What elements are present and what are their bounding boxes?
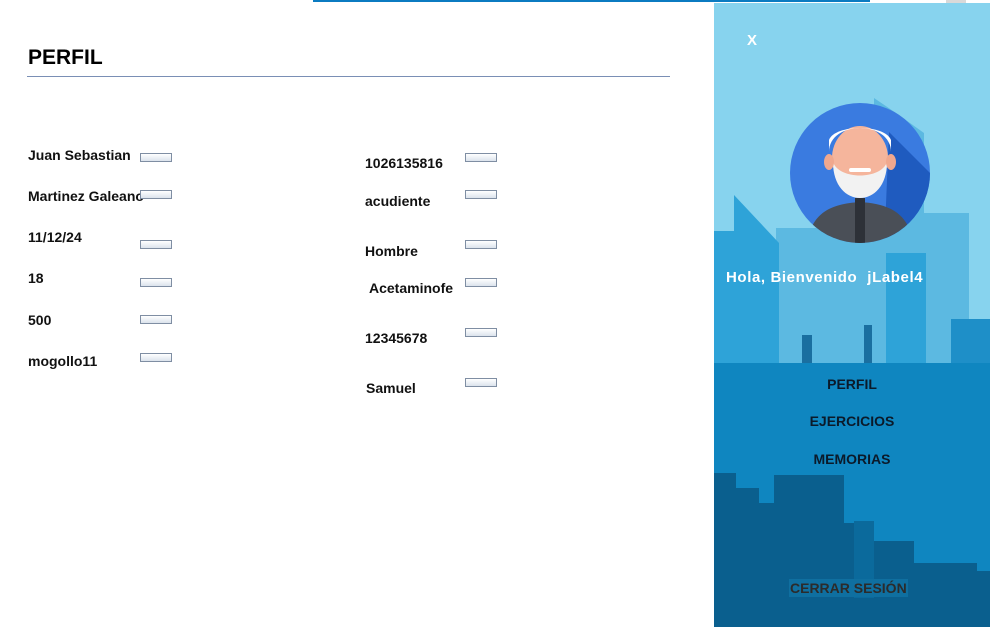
edit-phone-button[interactable] — [465, 328, 497, 337]
edit-first-name-button[interactable] — [140, 153, 172, 162]
menu-item-memorias[interactable]: MEMORIAS — [714, 451, 990, 467]
menu-item-perfil[interactable]: PERFIL — [714, 376, 990, 392]
field-phone: 12345678 — [365, 330, 428, 346]
window-top-accent — [313, 0, 870, 2]
welcome-text: Hola, Bienvenido jLabel4 — [726, 269, 933, 286]
menu-item-ejercicios[interactable]: EJERCICIOS — [714, 413, 990, 429]
field-role: acudiente — [365, 193, 431, 209]
edit-username-button[interactable] — [140, 353, 172, 362]
field-guardian-name: Samuel — [366, 380, 416, 396]
logout-button[interactable]: CERRAR SESIÓN — [789, 579, 908, 597]
edit-gender-button[interactable] — [465, 240, 497, 249]
field-medication: Acetaminofe — [369, 280, 454, 296]
close-icon[interactable]: X — [747, 32, 757, 49]
edit-guardian-name-button[interactable] — [465, 378, 497, 387]
field-number: 500 — [28, 312, 52, 328]
edit-document-button[interactable] — [465, 153, 497, 162]
page-title: PERFIL — [28, 46, 103, 69]
welcome-greeting: Hola, Bienvenido — [726, 269, 858, 286]
edit-medication-button[interactable] — [465, 278, 497, 287]
edit-date-button[interactable] — [140, 240, 172, 249]
edit-role-button[interactable] — [465, 190, 497, 199]
edit-last-name-button[interactable] — [140, 190, 172, 199]
field-last-name: Martinez Galeano — [28, 188, 144, 204]
field-first-name: Juan Sebastian — [28, 147, 131, 163]
user-avatar — [790, 103, 930, 243]
field-document: 1026135816 — [365, 155, 443, 171]
edit-number-button[interactable] — [140, 315, 172, 324]
edit-age-button[interactable] — [140, 278, 172, 287]
field-date: 11/12/24 — [28, 229, 82, 245]
field-username: mogollo11 — [28, 353, 98, 369]
sidebar: X Hola, Bienvenido jLabel4 PERFIL EJERCIC… — [714, 3, 990, 627]
title-divider — [27, 76, 670, 77]
field-gender: Hombre — [365, 243, 418, 259]
field-age: 18 — [28, 270, 44, 286]
city-skyline-background — [714, 3, 990, 627]
welcome-user-label: jLabel4 — [867, 269, 924, 286]
